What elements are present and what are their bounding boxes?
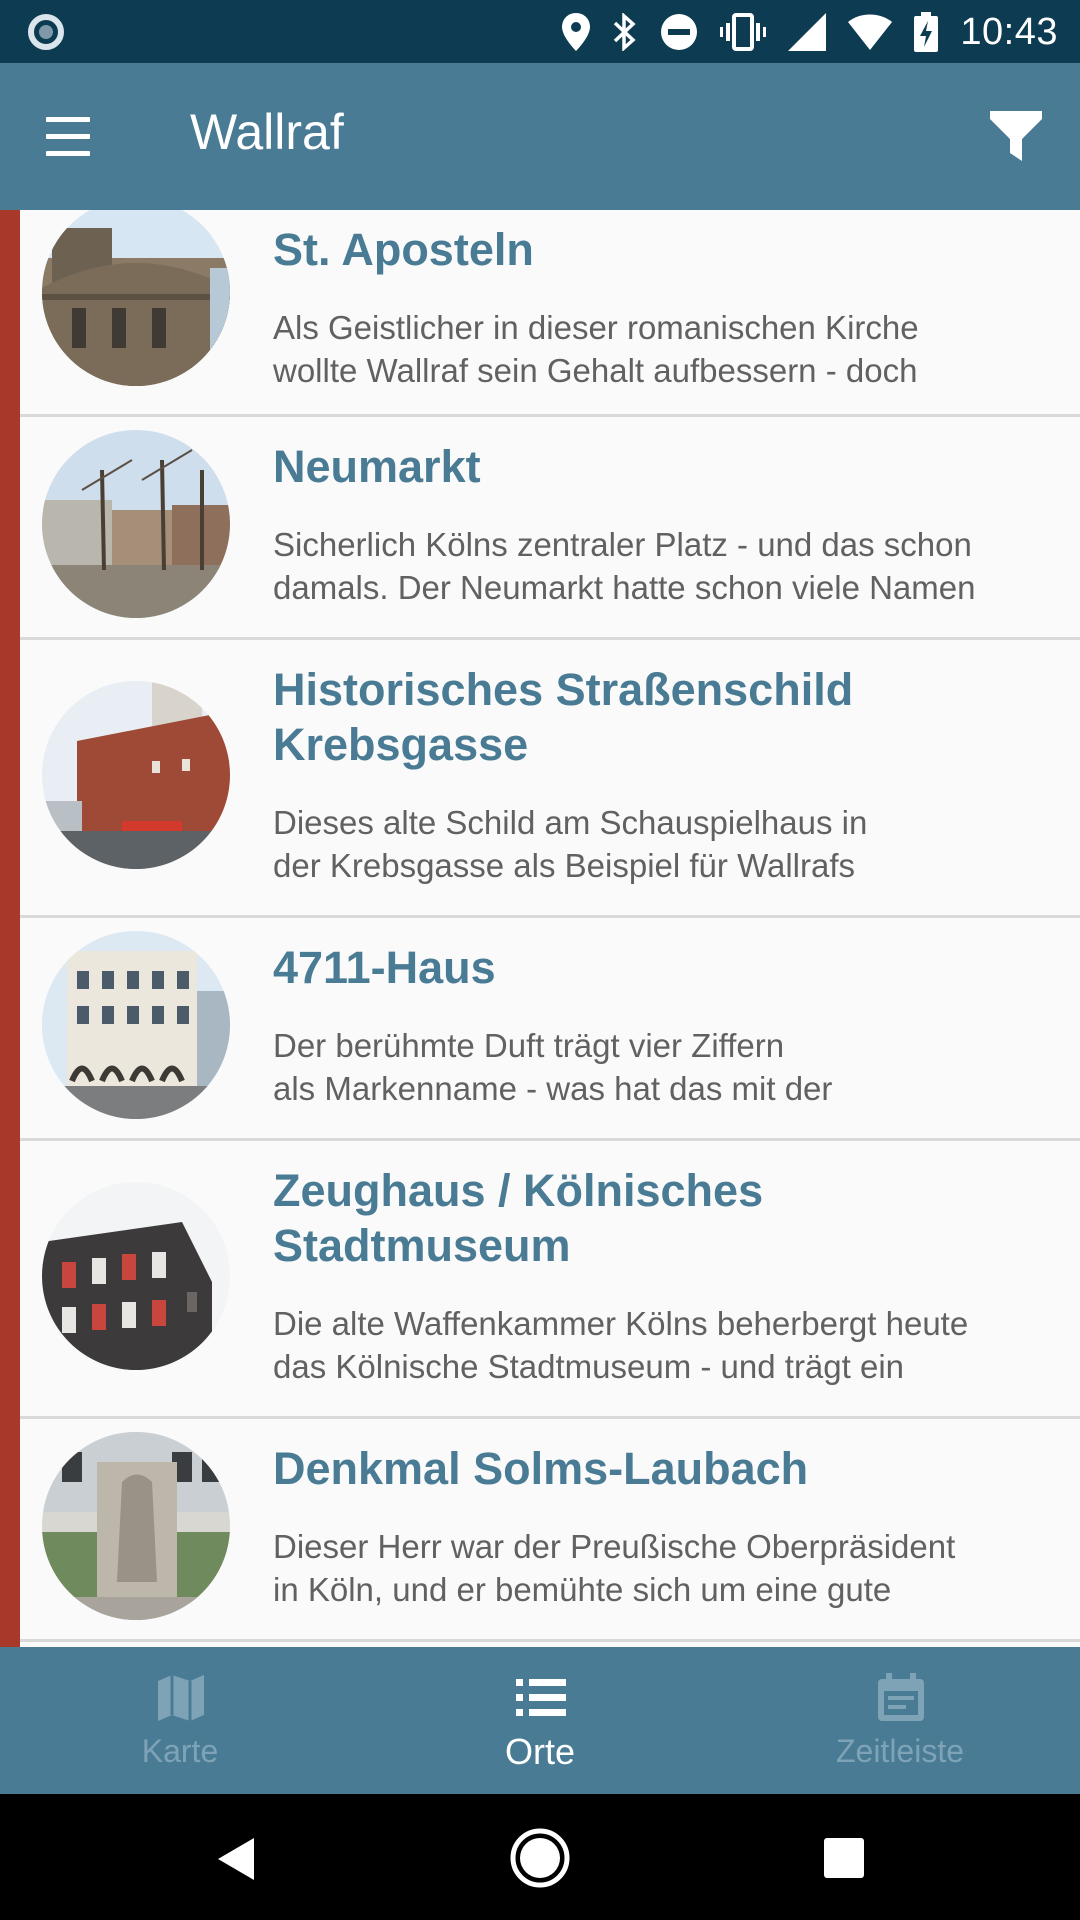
battery-charging-icon: [914, 12, 939, 52]
list-item[interactable]: 4711-Haus Der berühmte Duft trägt vier Z…: [0, 918, 1080, 1141]
nav-label: Karte: [141, 1733, 219, 1769]
nav-label: Orte: [504, 1731, 575, 1772]
recents-icon[interactable]: [824, 1838, 864, 1878]
hamburger-menu-icon[interactable]: [40, 115, 96, 159]
signal-icon: [788, 13, 827, 51]
accent-bar: [0, 417, 20, 640]
accent-bar: [0, 640, 20, 918]
app-bar: Wallraf: [0, 63, 1080, 210]
list-icon: [514, 1671, 568, 1725]
accent-bar: [0, 918, 20, 1141]
calendar-icon: [874, 1671, 928, 1725]
place-description: Dieser Herr war der Preußische Oberpräsi…: [273, 1528, 956, 1608]
place-thumbnail: [42, 681, 230, 869]
back-icon[interactable]: [210, 1834, 260, 1884]
list-item[interactable]: Historisches Straßenschild Krebsgasse Di…: [0, 640, 1080, 918]
map-icon: [154, 1671, 208, 1725]
place-thumbnail: [42, 430, 230, 618]
accent-bar: [0, 1141, 20, 1419]
home-icon[interactable]: [508, 1826, 572, 1890]
list-item[interactable]: Zeughaus / Kölnisches Stadtmuseum Die al…: [0, 1141, 1080, 1419]
place-title: 4711-Haus: [273, 942, 496, 993]
bottom-navigation: Karte Orte Zeitleiste: [0, 1647, 1080, 1794]
nav-tab-orte[interactable]: Orte: [360, 1647, 720, 1794]
accent-bar: [0, 210, 20, 417]
accent-bar: [0, 1419, 20, 1642]
notification-app-icon: [28, 14, 64, 50]
place-title: Denkmal Solms-Laubach: [273, 1443, 809, 1494]
do-not-disturb-icon: [660, 13, 698, 51]
location-icon: [562, 13, 591, 51]
place-thumbnail: [42, 210, 230, 386]
place-thumbnail: [42, 931, 230, 1119]
places-list[interactable]: St. Aposteln Als Geistlicher in dieser r…: [0, 210, 1080, 1647]
wifi-icon: [848, 14, 893, 50]
place-description: Die alte Waffenkammer Kölns beherbergt h…: [273, 1305, 969, 1385]
status-icons: 10:43: [562, 8, 1058, 56]
filter-icon[interactable]: [986, 105, 1046, 165]
list-item[interactable]: St. Aposteln Als Geistlicher in dieser r…: [0, 210, 1080, 417]
vibrate-icon: [720, 13, 767, 51]
list-item[interactable]: Denkmal Solms-Laubach Dieser Herr war de…: [0, 1419, 1080, 1642]
bluetooth-icon: [612, 13, 638, 51]
place-thumbnail: [42, 1182, 230, 1370]
place-title: Historisches Straßenschild Krebsgasse: [273, 664, 854, 770]
nav-tab-karte[interactable]: Karte: [0, 1647, 360, 1794]
place-description: Der berühmte Duft trägt vier Ziffern als…: [273, 1027, 833, 1107]
place-title: Neumarkt: [273, 441, 481, 492]
system-navigation-bar: [0, 1794, 1080, 1920]
place-thumbnail: [42, 1432, 230, 1620]
nav-tab-zeitleiste[interactable]: Zeitleiste: [720, 1647, 1080, 1794]
place-title: St. Aposteln: [273, 224, 534, 275]
status-bar: 10:43: [0, 0, 1080, 63]
place-description: Als Geistlicher in dieser romanischen Ki…: [273, 309, 919, 389]
status-time: 10:43: [960, 10, 1058, 53]
place-description: Dieses alte Schild am Schauspielhaus in …: [273, 804, 868, 884]
list-item[interactable]: Neumarkt Sicherlich Kölns zentraler Plat…: [0, 417, 1080, 640]
place-title: Zeughaus / Kölnisches Stadtmuseum: [273, 1165, 764, 1271]
nav-label: Zeitleiste: [835, 1733, 965, 1769]
page-title: Wallraf: [190, 104, 344, 160]
place-description: Sicherlich Kölns zentraler Platz - und d…: [273, 526, 976, 606]
